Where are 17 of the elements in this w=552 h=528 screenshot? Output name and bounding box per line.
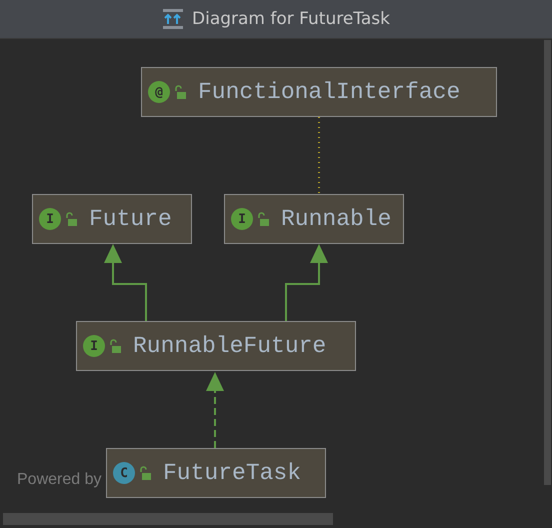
node-name: Runnable [281, 206, 392, 232]
node-name: Future [89, 206, 172, 232]
watermark-text: Powered by [17, 471, 102, 489]
diagram-node[interactable]: C FutureTask [106, 448, 326, 498]
type-badge: C [113, 462, 135, 484]
type-badge: I [83, 335, 105, 357]
type-badge: I [39, 208, 61, 230]
type-badge: @ [148, 81, 170, 103]
node-name: FutureTask [163, 460, 302, 486]
diagram-node[interactable]: I RunnableFuture [76, 321, 356, 371]
diagram-node[interactable]: I Future [32, 194, 192, 244]
type-badge: I [231, 208, 253, 230]
diagram-node[interactable]: I Runnable [224, 194, 404, 244]
node-name: FunctionalInterface [198, 79, 460, 105]
diagram-node[interactable]: @ FunctionalInterface [141, 67, 497, 117]
window-title: Diagram for FutureTask [192, 9, 390, 29]
node-name: RunnableFuture [133, 333, 326, 359]
